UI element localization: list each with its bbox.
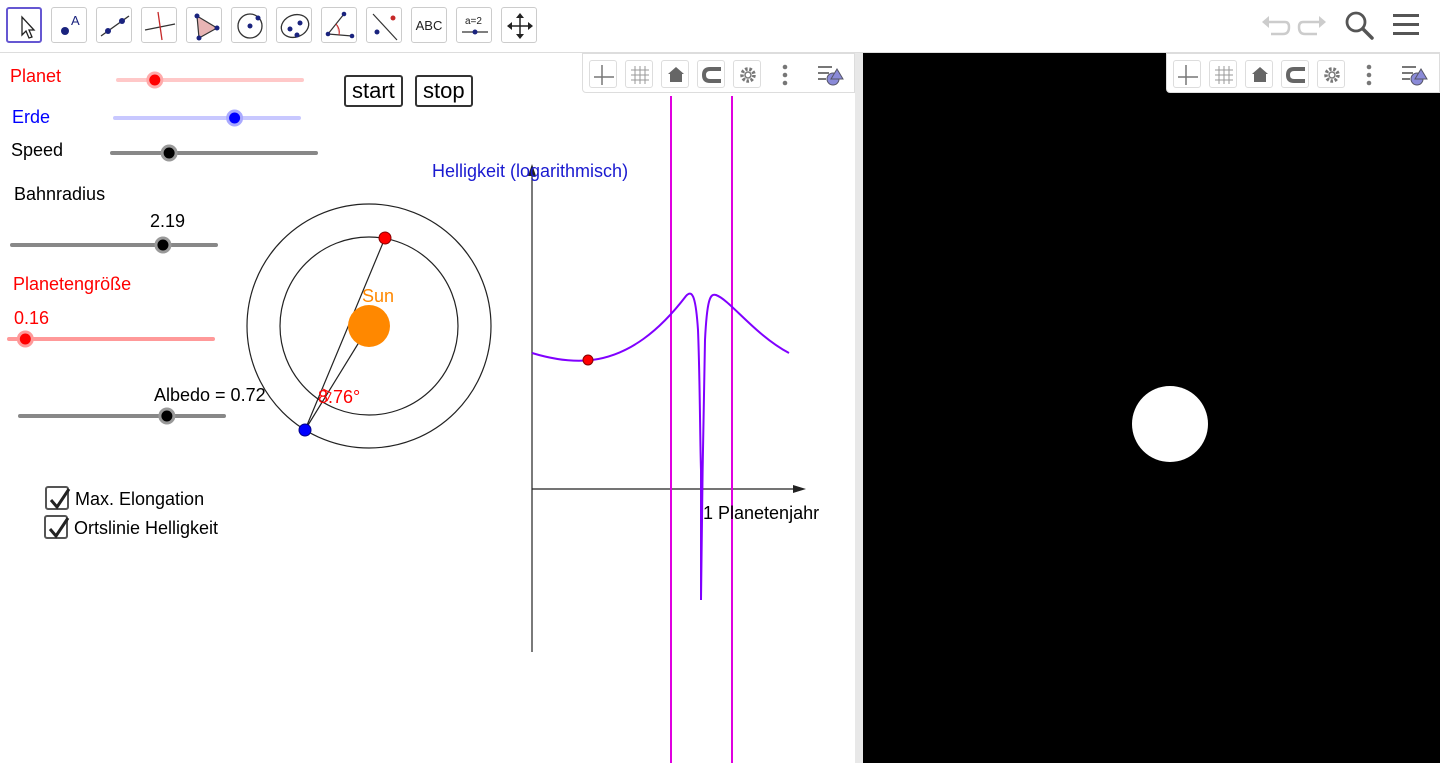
search-icon[interactable] — [1342, 8, 1376, 42]
bahnradius-slider-knob[interactable] — [154, 236, 172, 254]
sun-label: Sun — [362, 286, 395, 306]
graph-x-label: 1 Planetenjahr — [703, 503, 820, 523]
grid-icon — [1215, 66, 1233, 84]
elongation-angle-label: 8.76° — [318, 387, 361, 407]
planet-disc — [1132, 386, 1208, 462]
stop-button[interactable]: stop — [415, 75, 473, 107]
bahnradius-value: 2.19 — [150, 211, 186, 231]
speed-slider-knob[interactable] — [160, 144, 178, 162]
undo-icon[interactable] — [1258, 8, 1292, 42]
magnet-icon — [1285, 67, 1305, 83]
planet-slider-knob[interactable] — [146, 71, 164, 89]
home-icon — [1252, 67, 1268, 82]
graphics-2-canvas — [1132, 386, 1208, 462]
home-icon — [668, 67, 684, 82]
ortslinie-helligkeit-checkbox[interactable] — [44, 515, 70, 539]
planet-point[interactable] — [378, 231, 392, 245]
more-icon[interactable] — [1363, 62, 1375, 88]
redo-icon[interactable] — [1296, 8, 1330, 42]
planetengroesse-slider-knob[interactable] — [16, 330, 34, 348]
speed-slider-label: Speed — [11, 140, 64, 160]
brightness-curve — [531, 292, 790, 601]
checkmark-icon — [49, 488, 71, 510]
view-menu-icon[interactable] — [1399, 62, 1435, 88]
grid-icon — [631, 66, 649, 84]
sun — [348, 305, 390, 347]
planet-slider-label: Planet — [10, 66, 62, 86]
axes-icon — [1178, 65, 1198, 85]
axes-toggle[interactable] — [589, 60, 617, 88]
albedo-slider-label: Albedo = 0.72 — [154, 385, 266, 405]
snap-toggle[interactable] — [697, 60, 725, 88]
start-button[interactable]: start — [344, 75, 403, 107]
ortslinie-helligkeit-label: Ortslinie Helligkeit — [74, 518, 219, 538]
view-menu-icon[interactable] — [815, 62, 851, 88]
checkmark-icon — [48, 517, 70, 539]
bahnradius-slider-label: Bahnradius — [14, 184, 106, 204]
view-divider[interactable] — [855, 53, 863, 763]
max-elongation-checkbox[interactable] — [45, 486, 71, 510]
gear-icon — [740, 67, 756, 83]
erde-slider-label: Erde — [12, 107, 51, 127]
erde-slider-knob[interactable] — [226, 109, 244, 127]
x-axis-arrow — [793, 485, 806, 493]
stylebar-view-1 — [582, 53, 855, 93]
stylebar-view-2 — [1166, 53, 1440, 93]
settings-button[interactable] — [733, 60, 761, 88]
albedo-slider-knob[interactable] — [158, 407, 176, 425]
more-icon[interactable] — [779, 62, 791, 88]
planetengroesse-value: 0.16 — [14, 308, 50, 328]
grid-toggle[interactable] — [1209, 60, 1237, 88]
home-button[interactable] — [661, 60, 689, 88]
gear-icon — [1324, 67, 1340, 83]
graph-y-label: Helligkeit (logarithmisch) — [432, 161, 629, 181]
grid-toggle[interactable] — [625, 60, 653, 88]
planetengroesse-slider-label: Planetengröße — [13, 274, 132, 294]
magnet-icon — [701, 67, 721, 83]
axes-icon — [594, 65, 614, 85]
menu-icon[interactable] — [1389, 8, 1423, 42]
brightness-point — [582, 354, 594, 366]
snap-toggle[interactable] — [1281, 60, 1309, 88]
graphics-view-2[interactable] — [863, 53, 1440, 763]
earth-point[interactable] — [298, 423, 312, 437]
max-elongation-label: Max. Elongation — [75, 489, 205, 509]
home-button[interactable] — [1245, 60, 1273, 88]
axes-toggle[interactable] — [1173, 60, 1201, 88]
settings-button[interactable] — [1317, 60, 1345, 88]
graphics-1-canvas — [7, 71, 806, 763]
